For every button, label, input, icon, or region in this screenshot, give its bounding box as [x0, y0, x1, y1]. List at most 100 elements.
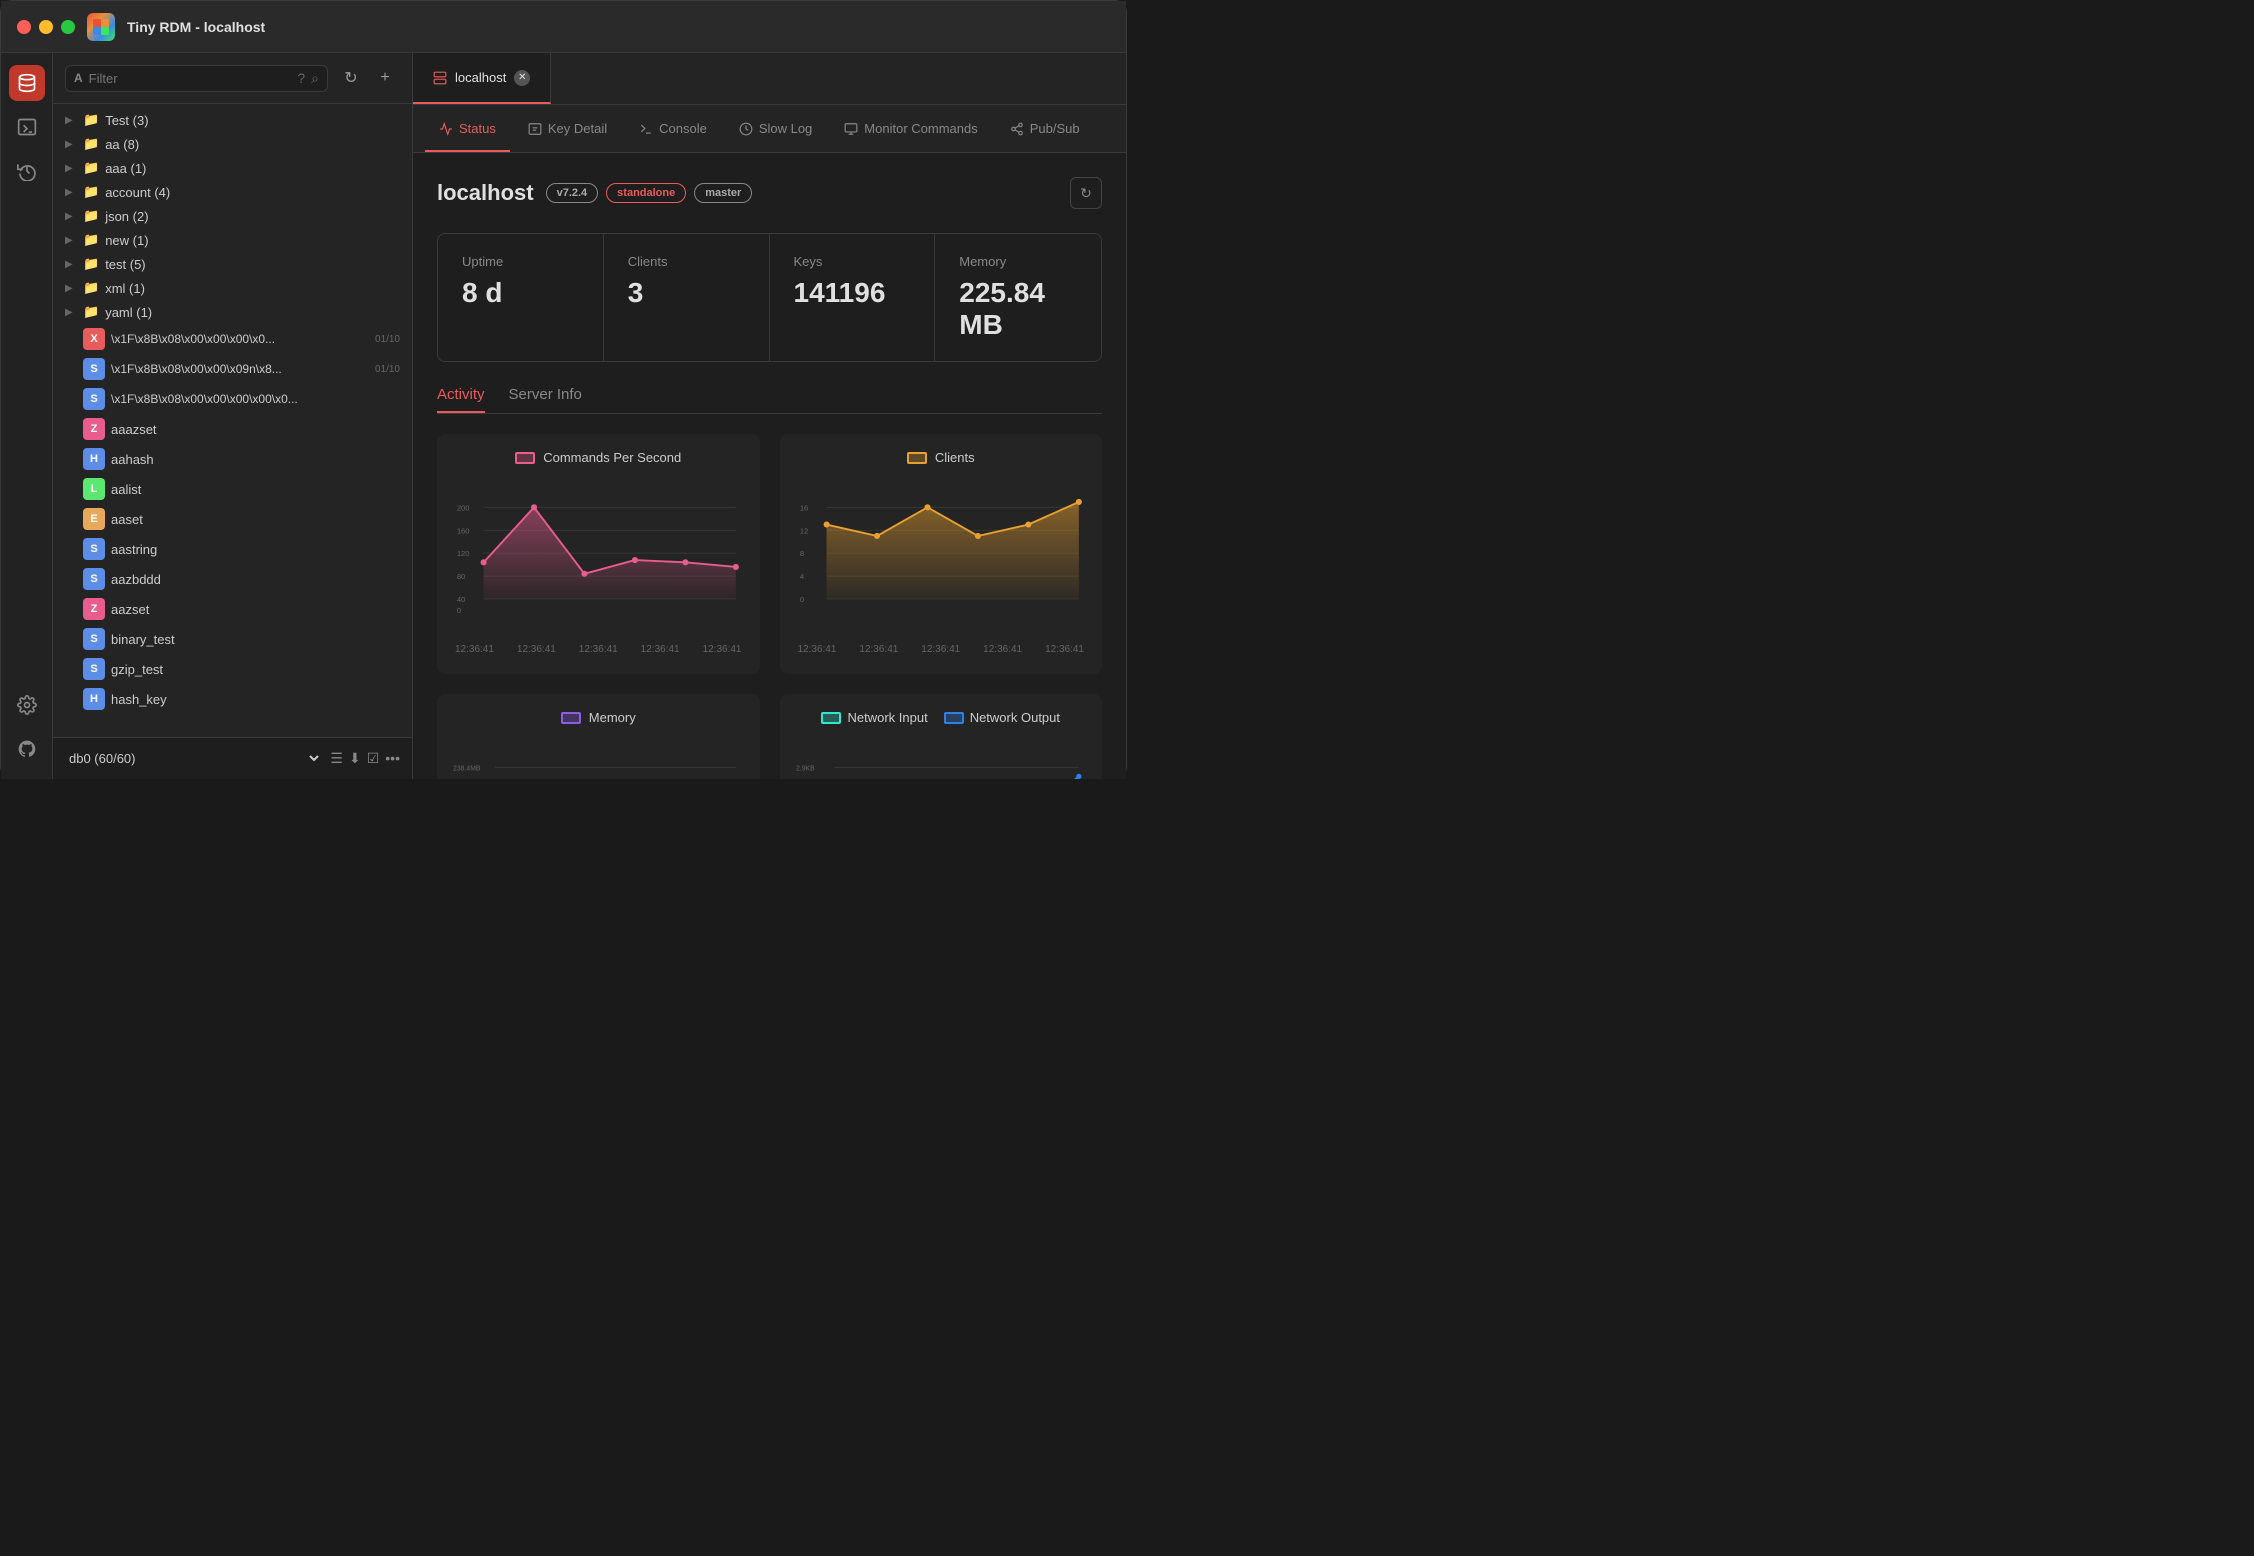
- item-label: aaa (1): [105, 161, 146, 176]
- filter-input[interactable]: [89, 71, 292, 86]
- list-item[interactable]: ▶ 📁 Test (3): [53, 108, 412, 132]
- list-item[interactable]: X \x1F\x8B\x08\x00\x00\x00\x0... 01/10: [53, 324, 412, 354]
- search-icon[interactable]: ⌕: [311, 70, 319, 87]
- sidebar-icon-terminal[interactable]: [9, 109, 45, 145]
- status-content: localhost v7.2.4 standalone master ↻ Upt…: [413, 153, 1126, 779]
- item-label: new (1): [105, 233, 148, 248]
- stat-uptime: Uptime 8 d: [438, 234, 604, 361]
- stat-memory: Memory 225.84 MB: [935, 234, 1101, 361]
- list-item[interactable]: ▶ 📁 yaml (1): [53, 300, 412, 324]
- item-label: gzip_test: [111, 662, 163, 677]
- sidebar-icon-settings[interactable]: [9, 687, 45, 723]
- sidebar-icon-database[interactable]: [9, 65, 45, 101]
- list-item[interactable]: Z aazset: [53, 594, 412, 624]
- item-label: aastring: [111, 542, 157, 557]
- folder-icon: 📁: [83, 232, 99, 248]
- key-type-icon: X: [83, 328, 105, 350]
- more-icon[interactable]: •••: [385, 750, 400, 767]
- tab-console-label: Console: [659, 121, 707, 136]
- expand-icon: ▶: [65, 163, 77, 174]
- sidebar: A ? ⌕ ↻ + ▶ 📁 Test (3) ▶ 📁 aa (8): [53, 53, 413, 779]
- svg-text:80: 80: [457, 572, 465, 581]
- clients-chart: Clients: [780, 434, 1103, 674]
- list-item[interactable]: S aastring: [53, 534, 412, 564]
- charts-grid: Commands Per Second: [437, 434, 1102, 779]
- list-item[interactable]: E aaset: [53, 504, 412, 534]
- list-item[interactable]: ▶ 📁 aa (8): [53, 132, 412, 156]
- key-type-icon: H: [83, 448, 105, 470]
- commands-chart-svg: 200 160 120 80 40 0: [453, 477, 744, 637]
- clients-label: Clients: [628, 254, 745, 269]
- sidebar-icon-github[interactable]: [9, 731, 45, 767]
- folder-icon: 📁: [83, 112, 99, 128]
- check-icon[interactable]: ☑: [367, 750, 380, 767]
- sidebar-icon-history[interactable]: [9, 153, 45, 189]
- list-item[interactable]: S binary_test: [53, 624, 412, 654]
- download-icon[interactable]: ⬇: [349, 750, 361, 767]
- maximize-button[interactable]: [61, 20, 75, 34]
- uptime-value: 8 d: [462, 277, 579, 309]
- server-info-tab[interactable]: Server Info: [509, 386, 582, 413]
- svg-text:120: 120: [457, 549, 470, 558]
- list-item[interactable]: H hash_key: [53, 684, 412, 714]
- footer-icons: ☰ ⬇ ☑ •••: [330, 750, 400, 767]
- tab-monitor-commands[interactable]: Monitor Commands: [830, 105, 991, 152]
- db-selector[interactable]: db0 (60/60): [65, 750, 322, 767]
- list-item[interactable]: S \x1F\x8B\x08\x00\x00\x00\x00\x0...: [53, 384, 412, 414]
- list-item[interactable]: S aazbddd: [53, 564, 412, 594]
- activity-tab-label: Activity: [437, 386, 485, 403]
- item-label: account (4): [105, 185, 170, 200]
- expand-icon: ▶: [65, 235, 77, 246]
- item-label: hash_key: [111, 692, 167, 707]
- refresh-status-button[interactable]: ↻: [1070, 177, 1102, 209]
- filter-label: A: [74, 71, 83, 85]
- tab-status[interactable]: Status: [425, 105, 510, 152]
- refresh-button[interactable]: ↻: [336, 63, 366, 93]
- tab-close-button[interactable]: ✕: [514, 70, 530, 86]
- list-item[interactable]: H aahash: [53, 444, 412, 474]
- minimize-button[interactable]: [39, 20, 53, 34]
- list-item[interactable]: L aalist: [53, 474, 412, 504]
- list-item[interactable]: ▶ 📁 xml (1): [53, 276, 412, 300]
- svg-text:0: 0: [457, 606, 461, 615]
- svg-text:160: 160: [457, 526, 470, 535]
- network-chart: Network Input Network Output: [780, 694, 1103, 779]
- list-item[interactable]: ▶ 📁 json (2): [53, 204, 412, 228]
- item-label: aaset: [111, 512, 143, 527]
- tab-localhost[interactable]: localhost ✕: [413, 53, 551, 104]
- uptime-label: Uptime: [462, 254, 579, 269]
- list-item[interactable]: ▶ 📁 account (4): [53, 180, 412, 204]
- item-label: Test (3): [105, 113, 148, 128]
- item-label: yaml (1): [105, 305, 152, 320]
- folder-icon: 📁: [83, 208, 99, 224]
- tab-key-detail[interactable]: Key Detail: [514, 105, 621, 152]
- list-item[interactable]: S gzip_test: [53, 654, 412, 684]
- add-button[interactable]: +: [370, 63, 400, 93]
- list-item[interactable]: Z aaazset: [53, 414, 412, 444]
- tab-pub-sub[interactable]: Pub/Sub: [996, 105, 1094, 152]
- key-type-icon: E: [83, 508, 105, 530]
- key-detail-icon: [528, 122, 542, 136]
- item-label: aa (8): [105, 137, 139, 152]
- list-item[interactable]: ▶ 📁 new (1): [53, 228, 412, 252]
- tab-slow-log[interactable]: Slow Log: [725, 105, 826, 152]
- list-view-icon[interactable]: ☰: [330, 750, 343, 767]
- item-label: \x1F\x8B\x08\x00\x00\x00\x00\x0...: [111, 392, 298, 406]
- list-item[interactable]: S \x1F\x8B\x08\x00\x00\x09n\x8... 01/10: [53, 354, 412, 384]
- sidebar-actions: ↻ +: [336, 63, 400, 93]
- tab-console[interactable]: Console: [625, 105, 721, 152]
- svg-text:8: 8: [799, 549, 803, 558]
- stats-row: Uptime 8 d Clients 3 Keys 141196 Memory …: [437, 233, 1102, 362]
- network-legend: Network Input Network Output: [796, 710, 1087, 725]
- close-button[interactable]: [17, 20, 31, 34]
- list-item[interactable]: ▶ 📁 aaa (1): [53, 156, 412, 180]
- memory-value: 225.84 MB: [959, 277, 1077, 341]
- svg-text:2.9KB: 2.9KB: [796, 765, 815, 772]
- network-output-legend-box: [944, 712, 964, 724]
- folder-icon: 📁: [83, 256, 99, 272]
- filter-wrapper[interactable]: A ? ⌕: [65, 65, 328, 92]
- key-type-icon: S: [83, 388, 105, 410]
- activity-tab[interactable]: Activity: [437, 386, 485, 413]
- list-item[interactable]: ▶ 📁 test (5): [53, 252, 412, 276]
- item-label: aahash: [111, 452, 154, 467]
